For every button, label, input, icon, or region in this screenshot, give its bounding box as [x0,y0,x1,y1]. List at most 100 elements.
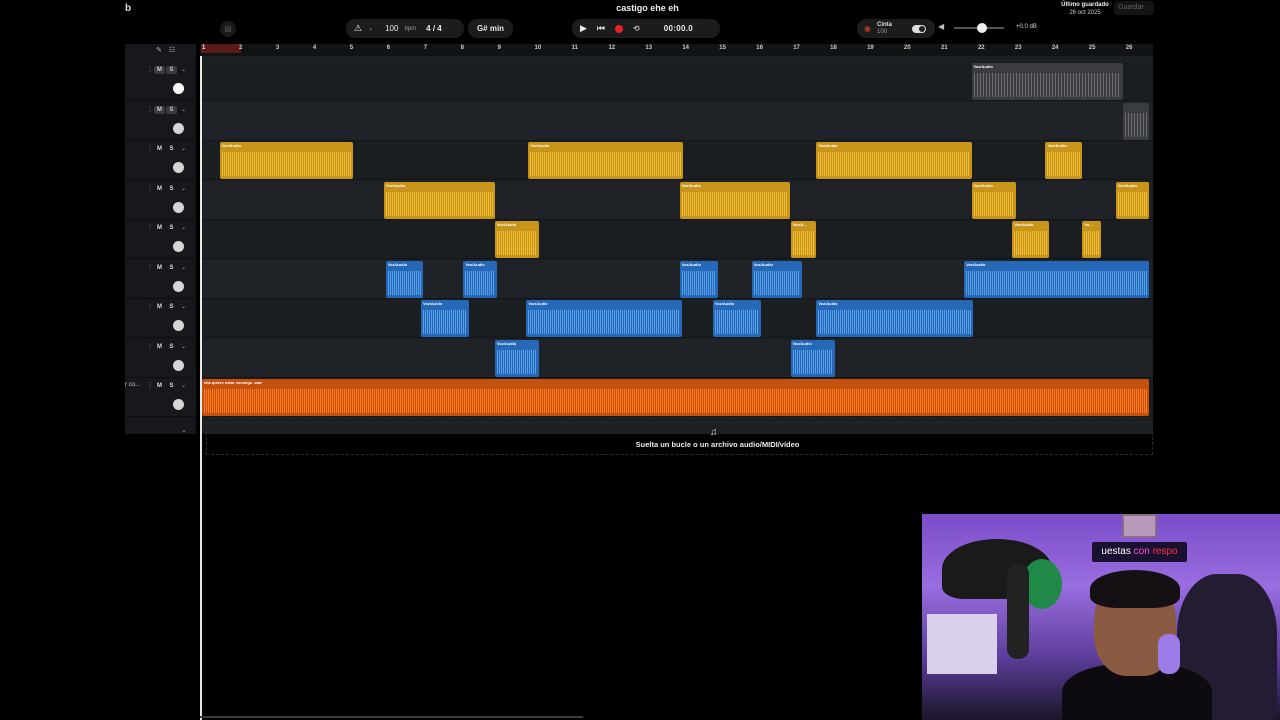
speaker-icon[interactable]: ◀ [938,22,944,31]
mute-button[interactable]: M [154,264,165,272]
audio-clip[interactable]: Voz/Audio [964,260,1149,298]
mute-button[interactable]: M [154,224,165,232]
audio-clip[interactable]: Voz/Audio [1045,142,1083,179]
record-icon[interactable] [615,24,624,33]
audio-clip[interactable]: ella quiere estar conmigo .wav [202,379,1149,416]
chevron-down-icon[interactable]: ⌄ [181,303,186,310]
track-header[interactable]: ⋮ M S ⌄ [125,339,196,378]
volume-knob[interactable] [173,359,184,371]
chevron-down-icon[interactable]: ⌄ [181,185,186,192]
key-selector[interactable]: G# min [468,19,513,38]
mute-button[interactable]: M [154,382,165,390]
solo-button[interactable]: S [166,264,177,272]
solo-button[interactable]: S [166,185,177,193]
drag-handle-icon[interactable]: ⋮ [147,185,153,192]
audio-clip[interactable]: Voz/Audio [816,142,972,179]
save-button[interactable]: Guardar [1114,1,1154,15]
audio-clip[interactable]: Voz/Audio [751,260,802,298]
mute-button[interactable]: M [154,105,165,114]
project-title[interactable]: castigo ehe eh [560,3,735,13]
solo-button[interactable]: S [166,66,177,74]
audio-clip[interactable]: Voz/Audio [528,142,684,179]
chevron-down-icon[interactable]: ⌄ [181,66,186,73]
menu-icon[interactable]: ▤ [220,21,236,37]
chevron-down-icon[interactable]: ⌄ [181,382,186,389]
audio-clip[interactable]: Voz/Audio [421,300,470,337]
audio-clip[interactable]: Voz/Audio [712,300,761,337]
volume-knob[interactable] [173,241,184,252]
solo-button[interactable]: S [166,382,177,390]
drop-zone[interactable] [206,422,1153,455]
chevron-down-icon[interactable]: ⌄ [181,343,186,350]
solo-button[interactable]: S [166,105,177,114]
track-lane[interactable] [200,101,1153,141]
volume-knob[interactable] [173,201,184,213]
volume-knob[interactable] [173,280,184,292]
loop-icon[interactable]: ⟲ [633,24,640,33]
mute-button[interactable]: M [154,303,165,311]
volume-knob[interactable] [173,83,184,94]
volume-knob[interactable] [173,320,184,331]
drag-handle-icon[interactable]: ⋮ [147,343,153,350]
mute-button[interactable]: M [154,145,165,153]
drag-handle-icon[interactable]: ⋮ [147,66,153,73]
mute-button[interactable]: M [154,185,165,193]
solo-button[interactable]: S [166,224,177,232]
audio-clip[interactable]: Vo... [1082,221,1101,258]
time-signature[interactable]: 4 / 4 [426,24,442,33]
play-icon[interactable]: ▶ [580,23,587,34]
tempo-value[interactable]: 100 [385,24,398,33]
chevron-down-icon[interactable]: ⌄ [181,224,186,231]
track-lane[interactable] [200,220,1153,259]
audio-clip[interactable]: Voz/Audio [816,300,974,337]
drag-handle-icon[interactable]: ⋮ [147,264,153,271]
audio-clip[interactable]: Voz/Audio [971,181,1016,219]
add-track-chevron-icon[interactable]: ⌄ [181,426,187,434]
timeline-ruler[interactable] [200,44,1153,56]
volume-knob[interactable] [173,162,184,173]
pencil-icon[interactable]: ✎ [156,47,162,54]
chevron-down-icon[interactable]: ⌄ [181,106,186,113]
solo-button[interactable]: S [166,145,177,153]
chevron-down-icon[interactable]: ⌄ [368,25,373,32]
audio-clip[interactable]: Voz/Audio [526,300,682,337]
drag-handle-icon[interactable]: ⋮ [147,145,153,152]
tape-label[interactable]: Cinta 100 [877,22,892,36]
drag-handle-icon[interactable]: ⋮ [147,303,153,310]
drag-handle-icon[interactable]: ⋮ [147,224,153,231]
audio-clip[interactable]: Voz/Audio [679,260,719,298]
track-lane[interactable] [200,338,1153,378]
volume-knob[interactable] [173,122,184,134]
skip-back-icon[interactable]: ⏮ [597,23,605,34]
horizontal-scrollbar[interactable] [200,716,583,718]
audio-clip[interactable]: Voz/Audio [463,260,497,298]
audio-clip[interactable]: Voz/Audio [494,221,540,258]
track-header[interactable]: ⋮ M S ⌄ [125,220,196,259]
audio-clip[interactable]: Voz/Audio [219,142,353,179]
mixer-icon[interactable]: ☷ [169,47,175,54]
mute-button[interactable]: M [154,343,165,351]
chevron-down-icon[interactable]: ⌄ [181,145,186,152]
audio-clip[interactable]: Voz/Audio [384,181,495,219]
track-header[interactable]: ⋮ M S ⌄ [125,141,196,180]
audio-clip[interactable]: Voz/A... [790,221,817,258]
audio-clip[interactable] [1123,102,1149,140]
playhead[interactable] [200,56,202,720]
track-header[interactable]: ⋮ M S ⌄ [125,260,196,299]
audio-clip[interactable]: Voz/Audio [494,339,540,377]
metronome-icon[interactable]: ⚠ [354,23,362,34]
solo-button[interactable]: S [166,303,177,311]
track-header[interactable]: ⋮ M S ⌄ [125,62,196,101]
tape-toggle[interactable] [911,24,926,33]
audio-clip[interactable]: Voz/Audio [1115,181,1149,219]
solo-button[interactable]: S [166,343,177,351]
volume-knob[interactable] [976,23,987,33]
mute-button[interactable]: M [154,66,165,74]
track-header[interactable]: r co... ⋮ M S ⌄ [125,378,196,417]
track-header[interactable]: ⋮ M S ⌄ [125,181,196,220]
drag-handle-icon[interactable]: ⋮ [147,382,153,389]
audio-clip[interactable]: Voz/Audio [790,339,835,377]
arrange-area[interactable] [200,44,1153,434]
chevron-down-icon[interactable]: ⌄ [181,264,186,271]
track-header[interactable]: ⋮ M S ⌄ [125,299,196,338]
